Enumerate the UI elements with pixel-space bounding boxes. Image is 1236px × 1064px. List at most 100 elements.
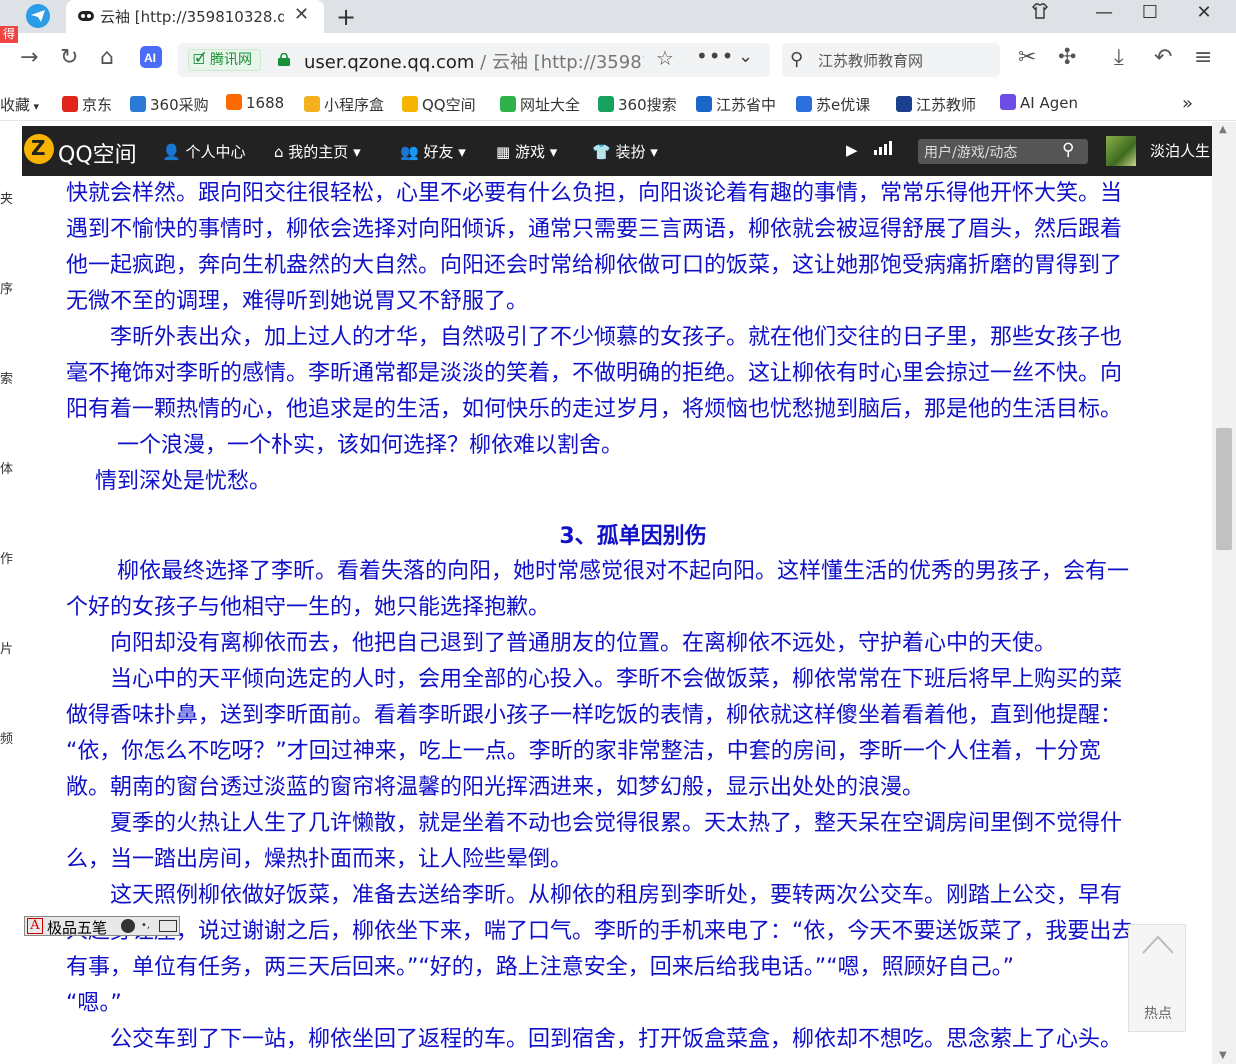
avatar[interactable] — [1106, 136, 1136, 166]
user-name[interactable]: 淡泊人生 — [1150, 140, 1212, 161]
paragraph-line: 情到深处是忧愁。 — [66, 469, 271, 494]
minimize-button[interactable]: — — [1084, 2, 1124, 23]
bookmark-favicon-icon — [796, 96, 812, 112]
paragraph-line: 这天照例柳依做好饭菜，准备去送给李昕。从柳依的租房到李昕处，要转两次公交车。刚踏… — [66, 883, 1123, 908]
scroll-down-arrow-icon[interactable]: ▼ — [1219, 1050, 1227, 1061]
qzone-search-placeholder: 用户/游戏/动态 — [924, 145, 1018, 161]
close-tab-icon[interactable]: ✕ — [294, 4, 309, 25]
paragraph-line: 毫不掩饰对李昕的感情。李昕通常都是淡淡的笑着，不做明确的拒绝。这让柳依有时心里会… — [66, 361, 1123, 386]
bookmark-item[interactable]: 网址大全 — [500, 94, 580, 115]
scissors-icon[interactable]: ✂ — [1018, 45, 1036, 70]
qzone-top-bar: Z QQ空间 👤 个人中心 ⌂ 我的主页 ▾ 👥 好友 ▾ ▦ 游戏 ▾ 👕 装… — [22, 126, 1212, 176]
play-icon[interactable]: ▶ — [846, 141, 858, 159]
url-text[interactable]: user.qzone.qq.com / 云袖 [http://359810 — [304, 48, 644, 74]
notification-badge: 得 — [0, 26, 18, 43]
maximize-button[interactable]: ☐ — [1130, 2, 1170, 23]
shirt-icon[interactable] — [1020, 2, 1060, 25]
send-icon[interactable] — [26, 4, 50, 28]
address-bar[interactable]: 🗹 腾讯网 user.qzone.qq.com / 云袖 [http://359… — [178, 43, 770, 77]
bookmark-favicon-icon — [130, 96, 146, 112]
bookmark-item[interactable]: 京东 — [62, 94, 112, 115]
paragraph-line: 当心中的天平倾向选定的人时，会用全部的心投入。李昕不会做饭菜，柳依常常在下班后将… — [66, 667, 1123, 692]
bookmark-item[interactable]: QQ空间 — [402, 94, 476, 115]
more-bookmarks-icon[interactable]: » — [1182, 93, 1193, 114]
nav-personal-center[interactable]: 👤 个人中心 — [162, 141, 245, 162]
more-dots-icon[interactable]: ••• — [696, 44, 734, 68]
forward-icon[interactable]: → — [20, 45, 38, 70]
paragraph-line: 柳依最终选择了李昕。看着失落的向阳，她时常感觉很对不起向阳。这样懂生活的优秀的男… — [66, 559, 1129, 584]
bookmark-label: 江苏教师 — [916, 96, 977, 114]
punctuation-icon[interactable]: •, — [141, 920, 150, 931]
new-tab-button[interactable]: + — [336, 3, 356, 31]
ai-icon[interactable]: AI — [140, 46, 162, 74]
nav-games-label: 游戏 ▾ — [514, 143, 558, 161]
back-to-top-button[interactable]: 热点 — [1128, 924, 1186, 1032]
qzone-name[interactable]: QQ空间 — [58, 137, 137, 169]
sidebar-item[interactable]: 索 — [0, 368, 13, 387]
bookmark-favicon-icon — [896, 96, 912, 112]
sidebar-item[interactable]: 频 — [0, 728, 13, 747]
paragraph-line: 公交车到了下一站，柳依坐回了返程的车。回到宿舍，打开饭盒菜盒，柳依却不想吃。思念… — [66, 1027, 1123, 1052]
signal-bars-icon[interactable] — [874, 141, 892, 159]
bookmark-item[interactable]: 1688 — [226, 94, 284, 112]
certificate-badge[interactable]: 🗹 腾讯网 — [188, 49, 261, 71]
certificate-label: 腾讯网 — [209, 52, 252, 68]
bookmark-favicon-icon — [598, 96, 614, 112]
search-icon[interactable]: ⚲ — [1062, 140, 1074, 160]
download-icon[interactable]: ⤓ — [1114, 45, 1124, 70]
bookmark-item[interactable]: AI Agen — [1000, 94, 1078, 112]
search-box[interactable]: ⚲ 江苏教师教育网 — [782, 43, 1000, 77]
tab-title: 云袖 [http://359810328.qzone.qq.com] — [100, 8, 284, 26]
qzone-search-input[interactable]: 用户/游戏/动态 ⚲ — [918, 139, 1088, 164]
scroll-up-arrow-icon[interactable]: ▲ — [1219, 124, 1227, 135]
close-window-button[interactable]: ✕ — [1184, 2, 1224, 23]
lock-icon — [278, 53, 290, 66]
paragraph-line: 李昕外表出众，加上过人的才华，自然吸引了不少倾慕的女孩子。就在他们交往的日子里，… — [66, 325, 1123, 350]
bookmark-label: AI Agen — [1020, 94, 1078, 112]
search-icon: ⚲ — [790, 49, 804, 70]
sidebar-item[interactable]: 作 — [0, 548, 13, 567]
bookmark-item[interactable]: 360搜索 — [598, 94, 677, 115]
nav-personal-center-label: 个人中心 — [185, 143, 246, 161]
bookmark-item[interactable]: 江苏省中 — [696, 94, 776, 115]
scroll-thumb[interactable] — [1216, 428, 1232, 550]
bookmark-item[interactable]: 小程序盒 — [304, 94, 384, 115]
bookmark-item[interactable]: 苏e优课 — [796, 94, 870, 115]
reload-icon[interactable]: ↻ — [60, 45, 78, 70]
bookmark-star-icon[interactable]: ☆ — [656, 46, 674, 70]
url-rest: / 云袖 [http://359810 — [480, 52, 644, 73]
nav-friends[interactable]: 👥 好友 ▾ — [400, 141, 466, 162]
bookmark-item[interactable]: 收藏 ▾ — [0, 94, 39, 115]
bookmark-item[interactable]: 江苏教师 — [896, 94, 976, 115]
qzone-logo-letter: Z — [31, 136, 46, 160]
menu-icon[interactable]: ≡ — [1194, 45, 1212, 70]
extensions-icon[interactable]: ✣ — [1058, 45, 1076, 70]
paragraph-line: 向阳却没有离柳依而去，他把自己退到了普通朋友的位置。在离柳依不远处，守护着心中的… — [66, 631, 1057, 656]
bookmark-favicon-icon — [696, 96, 712, 112]
sidebar-item[interactable]: 序 — [0, 278, 13, 297]
browser-tab[interactable]: 云袖 [http://359810328.qzone.qq.com] ✕ — [66, 0, 324, 33]
home-icon[interactable]: ⌂ — [100, 45, 114, 70]
paragraph-line: “嗯。” — [66, 991, 122, 1016]
paragraph-line: 有事，单位有任务，两三天后回来。”“好的，路上注意安全，回来后给我电话。”“嗯，… — [66, 955, 1014, 980]
nav-games[interactable]: ▦ 游戏 ▾ — [496, 141, 557, 162]
sidebar-item[interactable]: 片 — [0, 638, 13, 657]
ime-name: 极品五笔 — [47, 919, 108, 937]
bookmark-favicon-icon — [500, 96, 516, 112]
bookmark-favicon-icon — [226, 94, 242, 110]
nav-my-homepage[interactable]: ⌂ 我的主页 ▾ — [274, 141, 361, 162]
ime-mode-icon[interactable]: A — [27, 918, 43, 934]
sidebar-item[interactable]: 夹 — [0, 188, 13, 207]
keyboard-icon[interactable] — [159, 920, 177, 932]
undo-icon[interactable]: ↶ — [1154, 45, 1172, 70]
moon-icon[interactable] — [121, 919, 135, 933]
sidebar-item[interactable]: 体 — [0, 458, 13, 477]
bookmark-item[interactable]: 360采购 — [130, 94, 209, 115]
paragraph-line: 人起身让座，说过谢谢之后，柳依坐下来，喘了口气。李昕的手机来电了：“依，今天不要… — [66, 919, 1134, 944]
nav-decorate[interactable]: 👕 装扮 ▾ — [592, 141, 658, 162]
qzone-logo-icon[interactable]: Z — [24, 134, 54, 164]
scrollbar[interactable]: ▲ ▼ — [1212, 122, 1236, 1064]
chevron-down-icon[interactable]: ⌄ — [738, 46, 753, 67]
bookmark-favicon-icon — [62, 96, 78, 112]
ime-toolbar[interactable]: A 极品五笔 •, — [24, 916, 180, 937]
